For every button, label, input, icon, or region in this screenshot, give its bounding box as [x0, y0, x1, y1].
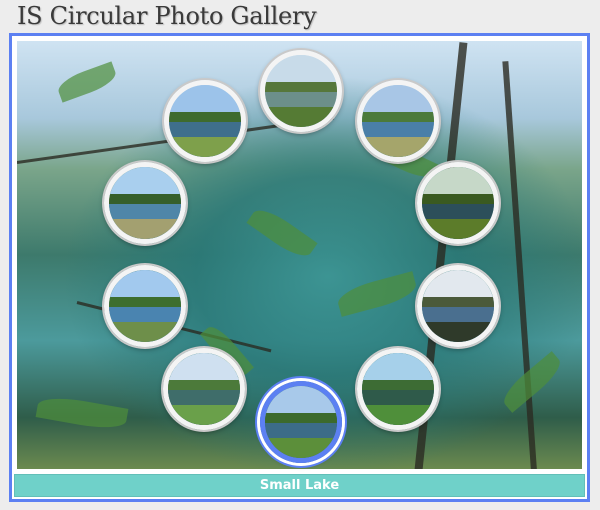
- photo-caption: Small Lake: [259, 478, 340, 493]
- gallery-thumbnail[interactable]: [163, 348, 245, 430]
- gallery-thumbnail[interactable]: [417, 265, 499, 347]
- caption-bar: Small Lake: [14, 474, 585, 497]
- gallery-thumbnail[interactable]: [357, 80, 439, 162]
- gallery-thumbnail[interactable]: [104, 162, 186, 244]
- page-title: IS Circular Photo Gallery: [17, 2, 317, 30]
- gallery-thumbnail[interactable]: [417, 162, 499, 244]
- gallery-thumbnail[interactable]: [104, 265, 186, 347]
- gallery-thumbnail[interactable]: [260, 50, 342, 132]
- gallery-thumbnail[interactable]: [357, 348, 439, 430]
- gallery-thumbnail[interactable]: [164, 80, 246, 162]
- gallery-thumbnail[interactable]: [260, 381, 342, 463]
